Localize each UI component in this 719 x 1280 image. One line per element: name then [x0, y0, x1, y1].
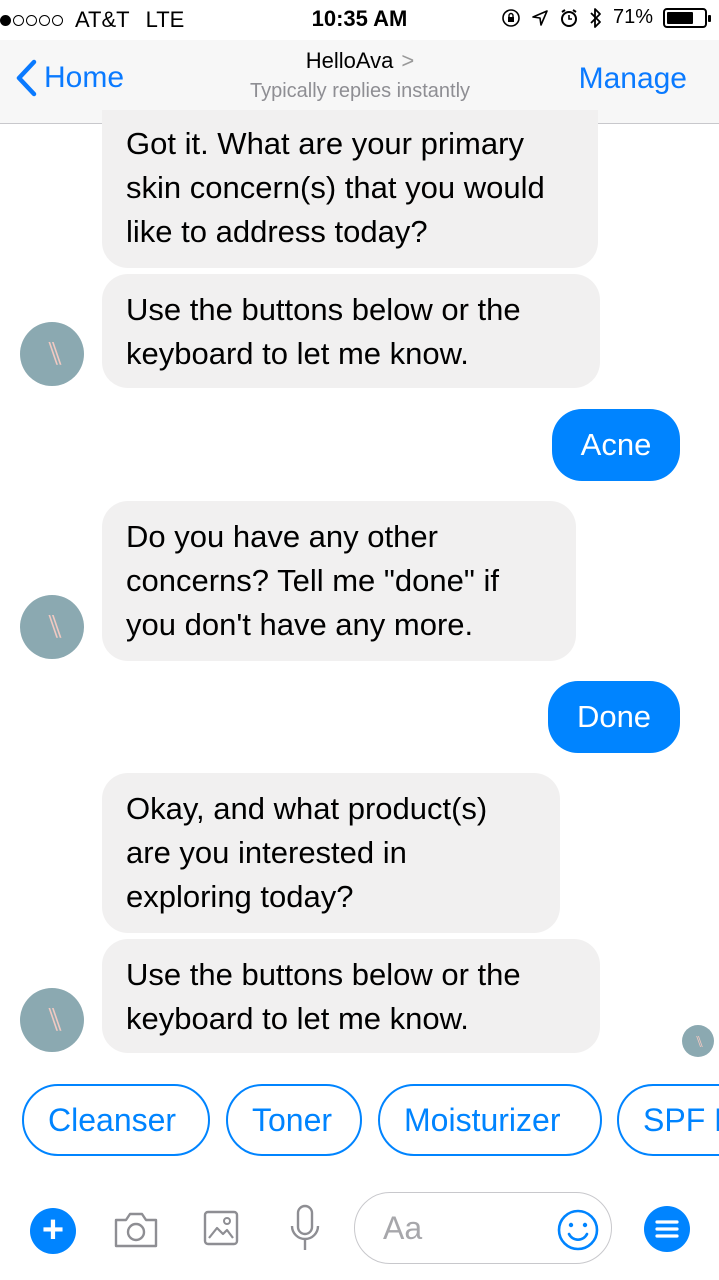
bot-message: Got it. What are your primary skin conce… — [102, 110, 598, 268]
read-receipt-avatar: \\ — [682, 1025, 714, 1057]
bot-avatar: \\ — [20, 595, 84, 659]
bot-message: Use the buttons below or the keyboard to… — [102, 274, 600, 388]
location-icon — [532, 9, 548, 26]
bot-message: Do you have any other concerns? Tell me … — [102, 501, 576, 661]
reply-time-subtitle: Typically replies instantly — [249, 80, 471, 102]
bluetooth-icon — [590, 7, 601, 28]
ava-logo-icon: \\ — [48, 1001, 62, 1038]
quick-reply-cleanser[interactable]: Cleanser — [22, 1084, 210, 1156]
bot-avatar: \\ — [20, 322, 84, 386]
ava-logo-icon: \\ — [696, 1031, 703, 1051]
message-text: Use the buttons below or the keyboard to… — [126, 957, 521, 1036]
conversation-header[interactable]: HelloAva > Typically replies instantly — [180, 48, 540, 103]
battery-icon — [663, 7, 711, 28]
signal-strength-icon — [0, 14, 63, 26]
user-message: Acne — [552, 409, 680, 481]
message-input[interactable] — [383, 1205, 543, 1251]
message-text: Done — [576, 699, 652, 734]
message-text: Got it. What are your primary skin conce… — [126, 126, 545, 249]
battery-percent: 71% — [612, 6, 653, 28]
page-title: HelloAva > — [180, 48, 540, 74]
message-text: Use the buttons below or the keyboard to… — [126, 292, 521, 371]
quick-reply-spf[interactable]: SPF M — [617, 1084, 719, 1156]
camera-icon[interactable] — [112, 1210, 160, 1250]
microphone-icon[interactable] — [288, 1204, 322, 1254]
alarm-icon — [560, 8, 577, 27]
ava-logo-icon: \\ — [48, 608, 62, 645]
plus-icon[interactable]: + — [30, 1208, 76, 1254]
photo-icon[interactable] — [203, 1208, 239, 1248]
battery-level — [667, 11, 693, 24]
chevron-left-icon — [16, 59, 37, 97]
back-button[interactable]: Home — [14, 58, 124, 98]
bot-avatar: \\ — [20, 988, 84, 1052]
bot-message: Okay, and what product(s) are you intere… — [102, 773, 560, 933]
chevron-right-icon: > — [401, 48, 415, 73]
menu-icon[interactable] — [644, 1206, 690, 1252]
carrier-label: AT&T — [75, 7, 130, 32]
contact-name: HelloAva — [305, 48, 394, 73]
orientation-lock-icon — [502, 8, 520, 27]
composer: + — [0, 1180, 719, 1280]
message-text: Do you have any other concerns? Tell me … — [126, 519, 499, 642]
back-label: Home — [44, 61, 125, 94]
message-text: Acne — [580, 427, 652, 462]
emoji-icon[interactable] — [556, 1208, 600, 1252]
manage-button[interactable]: Manage — [579, 62, 687, 96]
bot-message: Use the buttons below or the keyboard to… — [102, 939, 600, 1053]
ava-logo-icon: \\ — [48, 335, 62, 372]
quick-replies: Cleanser Toner Moisturizer SPF M — [0, 1084, 719, 1156]
status-left: AT&T LTE — [0, 7, 184, 33]
status-right: 71% — [501, 6, 711, 29]
status-bar: AT&T LTE 10:35 AM 71% — [0, 0, 719, 40]
network-label: LTE — [145, 7, 185, 32]
user-message: Done — [548, 681, 680, 753]
quick-reply-toner[interactable]: Toner — [226, 1084, 362, 1156]
quick-reply-moisturizer[interactable]: Moisturizer — [378, 1084, 602, 1156]
message-text: Okay, and what product(s) are you intere… — [126, 791, 488, 914]
